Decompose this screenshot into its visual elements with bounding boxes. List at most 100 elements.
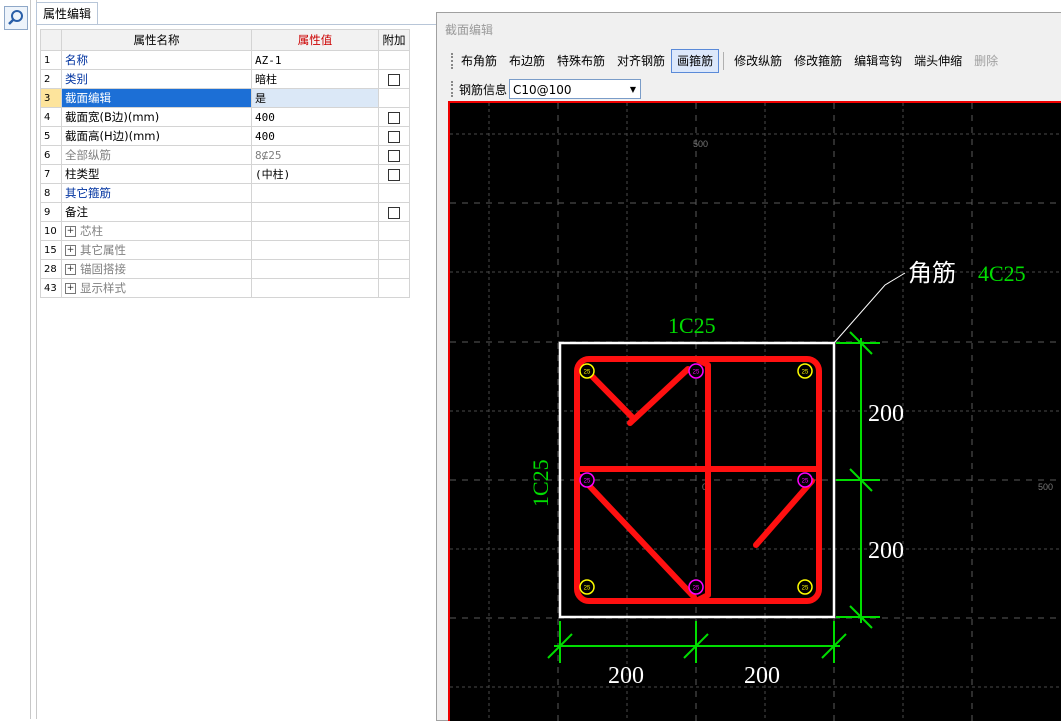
- drawing-canvas[interactable]: 500 500 0 25 25 25 25 25 25 25 25 角筋 4C25 1C25 …: [448, 101, 1061, 721]
- dim-bottom-2: 200: [744, 663, 780, 689]
- property-name-cell[interactable]: 截面高(H边)(mm): [61, 126, 252, 146]
- property-value[interactable]: 暗柱: [251, 69, 379, 89]
- property-name-cell[interactable]: + 芯柱: [61, 221, 252, 241]
- table-row[interactable]: 43 + 显示样式: [40, 278, 410, 298]
- row-number: 7: [40, 164, 62, 184]
- chevron-down-icon[interactable]: ▼: [630, 80, 636, 100]
- extra-cell: [378, 126, 410, 146]
- expand-icon[interactable]: +: [65, 264, 76, 275]
- extra-checkbox[interactable]: [388, 149, 400, 162]
- property-value[interactable]: [251, 259, 379, 279]
- table-row[interactable]: 4 截面宽(B边)(mm) 400: [40, 107, 410, 127]
- property-value[interactable]: 400: [251, 107, 379, 127]
- table-row[interactable]: 10 + 芯柱: [40, 221, 410, 241]
- property-name-cell[interactable]: 截面编辑: [61, 88, 252, 108]
- property-value[interactable]: [251, 240, 379, 260]
- expand-icon[interactable]: +: [65, 283, 76, 294]
- property-name-cell[interactable]: 截面宽(B边)(mm): [61, 107, 252, 127]
- rebar-size-label: 25: [693, 586, 700, 592]
- rebar-size-label: 25: [584, 586, 591, 592]
- extra-cell: [378, 50, 410, 70]
- row-number: 2: [40, 69, 62, 89]
- row-number: 9: [40, 202, 62, 222]
- right-dimension: [836, 331, 880, 629]
- table-row[interactable]: 1 名称 AZ-1: [40, 50, 410, 70]
- property-name-cell[interactable]: 其它箍筋: [61, 183, 252, 203]
- property-value[interactable]: [251, 202, 379, 222]
- toolbar-button-8[interactable]: 端头伸缩: [908, 49, 968, 73]
- toolbar-button-9[interactable]: 删除: [968, 49, 1004, 73]
- property-value[interactable]: [251, 278, 379, 298]
- row-number: 28: [40, 259, 62, 279]
- col-num-header: [40, 29, 62, 51]
- col-value-header: 属性值: [251, 29, 379, 51]
- corner-value: 4C25: [978, 261, 1026, 286]
- tab-property-edit[interactable]: 属性编辑: [36, 2, 99, 25]
- property-name-cell[interactable]: + 锚固搭接: [61, 259, 252, 279]
- property-name: 芯柱: [80, 224, 103, 238]
- extra-checkbox[interactable]: [388, 168, 400, 181]
- bottom-dimension: [547, 621, 847, 663]
- property-name-cell[interactable]: 类别: [61, 69, 252, 89]
- expand-icon[interactable]: +: [65, 226, 76, 237]
- rebar-size-label: 25: [802, 479, 809, 485]
- extra-checkbox[interactable]: [388, 73, 400, 86]
- section-drawing[interactable]: 500 500 0 25 25 2525 2525 25 25 角筋 4C25 1C25 …: [450, 103, 1061, 721]
- left-strip: [0, 0, 31, 719]
- property-value[interactable]: [251, 221, 379, 241]
- rebar-info-select[interactable]: C10@100 ▼: [509, 79, 642, 100]
- toolbar: 布角筋 布边筋 特殊布筋 对齐钢筋 画箍筋 修改纵筋 修改箍筋 编辑弯钩 端头伸缩 删除: [455, 49, 1004, 73]
- toolbar-button-6[interactable]: 修改箍筋: [788, 49, 848, 73]
- toolbar-button-0[interactable]: 布角筋: [455, 49, 503, 73]
- corner-leader-line: [833, 272, 906, 344]
- row-number: 10: [40, 221, 62, 241]
- toolbar-button-4[interactable]: 画箍筋: [671, 49, 720, 73]
- search-button[interactable]: [4, 6, 28, 30]
- grid-label-right: 500: [1038, 482, 1053, 492]
- toolbar-button-5[interactable]: 修改纵筋: [728, 49, 788, 73]
- table-row[interactable]: 6 全部纵筋 8⊈25: [40, 145, 410, 165]
- property-name-cell[interactable]: 全部纵筋: [61, 145, 252, 165]
- stirrups: [574, 356, 822, 604]
- sub-grid: [450, 103, 1061, 721]
- table-row[interactable]: 2 类别 暗柱: [40, 69, 410, 89]
- rebar-size-label: 25: [584, 479, 591, 485]
- extra-checkbox[interactable]: [388, 130, 400, 143]
- property-value[interactable]: (中柱): [251, 164, 379, 184]
- dim-bottom-1: 200: [608, 663, 644, 689]
- extra-checkbox[interactable]: [388, 111, 400, 124]
- property-value[interactable]: 8⊈25: [251, 145, 379, 165]
- table-row[interactable]: 28 + 锚固搭接: [40, 259, 410, 279]
- property-name: 备注: [65, 205, 88, 219]
- toolbar-button-7[interactable]: 编辑弯钩: [848, 49, 908, 73]
- extra-checkbox[interactable]: [388, 206, 400, 219]
- property-name-cell[interactable]: 备注: [61, 202, 252, 222]
- grid-label-top: 500: [693, 139, 708, 149]
- property-value[interactable]: 是: [251, 88, 379, 108]
- property-name-cell[interactable]: 柱类型: [61, 164, 252, 184]
- table-row[interactable]: 3 截面编辑 是: [40, 88, 410, 108]
- table-row[interactable]: 9 备注: [40, 202, 410, 222]
- property-value[interactable]: 400: [251, 126, 379, 146]
- property-name-cell[interactable]: + 显示样式: [61, 278, 252, 298]
- property-name: 全部纵筋: [65, 148, 111, 162]
- dim-right-1: 200: [868, 401, 904, 427]
- property-value[interactable]: AZ-1: [251, 50, 379, 70]
- table-row[interactable]: 8 其它箍筋: [40, 183, 410, 203]
- toolbar-button-2[interactable]: 特殊布筋: [551, 49, 611, 73]
- table-row[interactable]: 5 截面高(H边)(mm) 400: [40, 126, 410, 146]
- row-number: 3: [40, 88, 62, 108]
- row-number: 5: [40, 126, 62, 146]
- toolbar-button-3[interactable]: 对齐钢筋: [611, 49, 671, 73]
- property-name-cell[interactable]: 名称: [61, 50, 252, 70]
- table-row[interactable]: 15 + 其它属性: [40, 240, 410, 260]
- rebar-size-label: 25: [802, 586, 809, 592]
- table-row[interactable]: 7 柱类型 (中柱): [40, 164, 410, 184]
- expand-icon[interactable]: +: [65, 245, 76, 256]
- property-name: 类别: [65, 72, 88, 86]
- property-value[interactable]: [251, 183, 379, 203]
- property-name: 截面编辑: [65, 91, 111, 105]
- toolbar-button-1[interactable]: 布边筋: [503, 49, 551, 73]
- property-name-cell[interactable]: + 其它属性: [61, 240, 252, 260]
- toolbar-grip-2[interactable]: [451, 81, 456, 97]
